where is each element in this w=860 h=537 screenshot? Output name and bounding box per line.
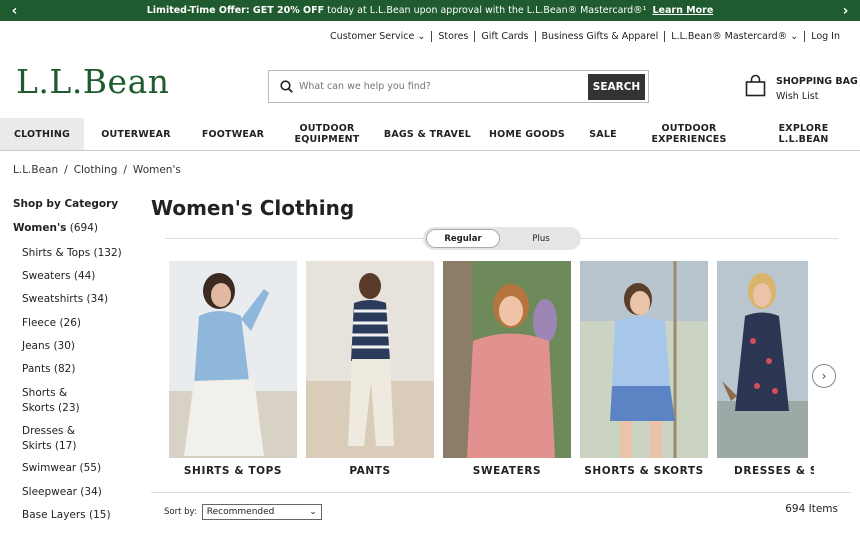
chevron-right-icon[interactable]: ›: [835, 0, 856, 21]
shopping-bag[interactable]: SHOPPING BAG Wish List: [745, 74, 858, 104]
sidebar-item-sweatshirts[interactable]: Sweatshirts (34): [22, 292, 108, 307]
category-image-pants[interactable]: [306, 261, 434, 458]
mastercard-link[interactable]: L.L.Bean® Mastercard® ⌄: [665, 31, 804, 42]
chevron-right-icon: ›: [821, 369, 827, 383]
sidebar-item-swimwear[interactable]: Swimwear (55): [22, 461, 101, 476]
breadcrumb-womens: Women's: [132, 164, 181, 176]
search-icon: [273, 80, 299, 93]
main-nav: CLOTHING OUTERWEAR FOOTWEAR OUTDOOR EQUI…: [0, 118, 860, 151]
item-count: 694 Items: [785, 503, 838, 515]
llbean-logo[interactable]: L.L.Bean: [16, 62, 170, 101]
category-label-sweaters[interactable]: SWEATERS: [443, 465, 571, 477]
carousel-next-button[interactable]: ›: [812, 364, 836, 388]
chevron-down-icon: ⌄: [309, 507, 317, 517]
sidebar-item-womens[interactable]: Women's (694): [13, 222, 98, 234]
business-gifts-link[interactable]: Business Gifts & Apparel: [536, 31, 665, 42]
category-label-pants[interactable]: PANTS: [306, 465, 434, 477]
sort-label: Sort by:: [164, 507, 197, 517]
chevron-down-icon: ⌄: [790, 31, 799, 42]
category-image-shirts-tops[interactable]: [169, 261, 297, 458]
promo-offer: Limited-Time Offer: GET 20% OFF: [146, 5, 325, 16]
sidebar-item-sleepwear[interactable]: Sleepwear (34): [22, 485, 102, 500]
sidebar-item-pants[interactable]: Pants (82): [22, 362, 75, 377]
utility-nav: Customer Service ⌄ Stores Gift Cards Bus…: [324, 31, 846, 42]
sidebar-item-sweaters[interactable]: Sweaters (44): [22, 269, 95, 284]
promo-banner: ‹ Limited-Time Offer: GET 20% OFF today …: [0, 0, 860, 21]
promo-text: today at L.L.Bean upon approval with the…: [324, 5, 650, 16]
shopping-bag-label[interactable]: SHOPPING BAG: [776, 76, 858, 87]
learn-more-link[interactable]: Learn More: [652, 5, 713, 16]
nav-footwear[interactable]: FOOTWEAR: [188, 118, 278, 150]
breadcrumb: L.L.Bean / Clothing / Women's: [13, 164, 181, 176]
nav-outdoor-experiences[interactable]: OUTDOOR EXPERIENCES: [631, 118, 747, 150]
nav-sale[interactable]: SALE: [575, 118, 631, 150]
nav-home-goods[interactable]: HOME GOODS: [479, 118, 575, 150]
chevron-down-icon: ⌄: [417, 31, 426, 42]
nav-bags-travel[interactable]: BAGS & TRAVEL: [376, 118, 479, 150]
sidebar-item-shirts-tops[interactable]: Shirts & Tops (132): [22, 246, 122, 261]
sidebar-heading: Shop by Category: [13, 198, 119, 210]
category-image-shorts-skorts[interactable]: [580, 261, 708, 458]
fit-toggle: Regular Plus: [423, 227, 581, 250]
sidebar-item-fleece[interactable]: Fleece (26): [22, 316, 81, 331]
search-button[interactable]: SEARCH: [588, 73, 645, 100]
shopping-bag-icon: [745, 74, 766, 101]
category-label-shirts-tops[interactable]: SHIRTS & TOPS: [169, 465, 297, 477]
gift-cards-link[interactable]: Gift Cards: [475, 31, 534, 42]
category-label-dresses-skirts[interactable]: DRESSES & SK: [734, 465, 814, 477]
category-image-sweaters[interactable]: [443, 261, 571, 458]
stores-link[interactable]: Stores: [432, 31, 474, 42]
sidebar-item-jeans[interactable]: Jeans (30): [22, 339, 75, 354]
page-title: Women's Clothing: [151, 196, 355, 220]
sort-control: Sort by: Recommended ⌄: [164, 504, 322, 520]
sort-select[interactable]: Recommended ⌄: [201, 504, 322, 520]
search-bar: SEARCH: [268, 70, 649, 103]
customer-service-link[interactable]: Customer Service ⌄: [324, 31, 431, 42]
category-image-dresses-skirts[interactable]: [717, 261, 808, 458]
wish-list-link[interactable]: Wish List: [776, 89, 858, 104]
nav-outerwear[interactable]: OUTERWEAR: [84, 118, 188, 150]
breadcrumb-clothing[interactable]: Clothing: [74, 164, 118, 176]
nav-explore-llbean[interactable]: EXPLORE L.L.BEAN: [747, 118, 860, 150]
sidebar-item-base-layers[interactable]: Base Layers (15): [22, 508, 111, 523]
search-input[interactable]: [299, 81, 588, 92]
chevron-left-icon[interactable]: ‹: [4, 0, 25, 21]
breadcrumb-llbean[interactable]: L.L.Bean: [13, 164, 58, 176]
login-link[interactable]: Log In: [805, 31, 846, 42]
category-sidebar: Shop by Category Women's (694) Shirts & …: [13, 198, 122, 521]
nav-outdoor-equipment[interactable]: OUTDOOR EQUIPMENT: [278, 118, 376, 150]
sidebar-item-shorts-skorts[interactable]: Shorts & Skorts (23): [22, 386, 92, 416]
divider: [151, 492, 851, 493]
nav-clothing[interactable]: CLOTHING: [0, 118, 84, 150]
fit-regular[interactable]: Regular: [426, 229, 500, 248]
sidebar-item-dresses-skirts[interactable]: Dresses & Skirts (17): [22, 424, 92, 454]
category-label-shorts-skorts[interactable]: SHORTS & SKORTS: [580, 465, 708, 477]
fit-plus[interactable]: Plus: [504, 229, 578, 248]
